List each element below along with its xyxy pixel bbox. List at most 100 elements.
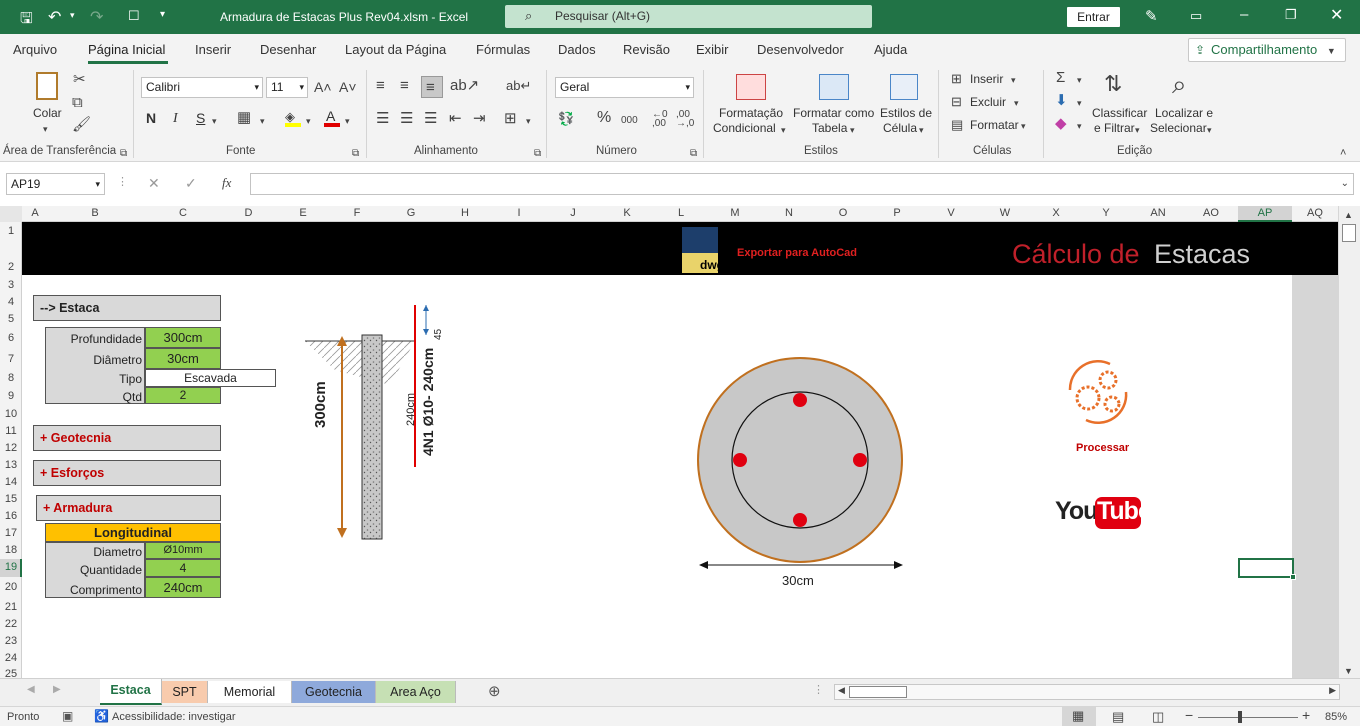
youtube-logo[interactable]: You Tube xyxy=(1055,497,1152,529)
column-header[interactable]: E xyxy=(276,207,330,219)
delete-button[interactable]: Excluir xyxy=(970,95,1006,110)
align-right-icon[interactable]: ☰ xyxy=(424,111,437,127)
column-header[interactable]: W xyxy=(978,207,1032,219)
cancel-icon[interactable]: ✕ xyxy=(148,175,160,192)
chevron-down-icon[interactable]: ▾ xyxy=(781,122,786,138)
fill-handle[interactable] xyxy=(1290,574,1296,580)
format-cells-icon[interactable]: ▤ xyxy=(951,117,963,133)
copy-icon[interactable]: ⧉ xyxy=(72,95,83,111)
signin-button[interactable]: Entrar xyxy=(1067,7,1120,27)
align-center-icon[interactable]: ☰ xyxy=(400,111,413,127)
column-header[interactable]: AN xyxy=(1132,207,1184,219)
sheet-tab-estaca[interactable]: Estaca xyxy=(100,679,162,705)
tab-formulas[interactable]: Fórmulas xyxy=(476,42,530,57)
comment-icon[interactable]: ☐ xyxy=(128,8,140,24)
delete-cells-icon[interactable]: ⊟ xyxy=(951,94,962,110)
enter-icon[interactable]: ✓ xyxy=(185,175,197,192)
row-header-active[interactable]: 19 xyxy=(0,561,22,573)
row-header[interactable]: 21 xyxy=(0,601,22,613)
column-header[interactable]: Y xyxy=(1080,207,1132,219)
format-table-icon[interactable] xyxy=(819,74,849,100)
align-middle-icon[interactable]: ≡ xyxy=(400,78,409,94)
chevron-down-icon[interactable]: ▾ xyxy=(1207,122,1212,138)
column-header[interactable]: A xyxy=(25,207,45,219)
tab-revisao[interactable]: Revisão xyxy=(623,42,670,57)
sheet-tab-geotecnia[interactable]: Geotecnia xyxy=(292,681,376,703)
zoom-in-icon[interactable]: + xyxy=(1302,707,1310,723)
chevron-down-icon[interactable]: ▾ xyxy=(1077,72,1082,88)
format-painter-icon[interactable]: 🖌 xyxy=(72,117,91,133)
column-header[interactable]: L xyxy=(654,207,708,219)
fill-color-icon[interactable]: ◈ xyxy=(285,109,301,127)
find-label-2[interactable]: Selecionar xyxy=(1150,121,1207,136)
selected-cell[interactable] xyxy=(1238,558,1294,578)
column-header[interactable]: M xyxy=(708,207,762,219)
fill-dropdown-icon[interactable]: ▾ xyxy=(306,113,311,129)
chevron-down-icon[interactable]: ▾ xyxy=(919,122,924,138)
sheet-tab-spt[interactable]: SPT xyxy=(162,681,208,703)
vertical-scrollbar[interactable]: ▲ ▼ xyxy=(1338,206,1360,678)
undo-icon[interactable]: ↶ xyxy=(48,7,61,27)
thousands-icon[interactable]: 000 xyxy=(621,113,638,129)
increase-decimal-icon[interactable]: ←0,00 xyxy=(652,110,668,129)
italic-button[interactable]: I xyxy=(173,111,178,126)
conditional-format-label-2[interactable]: Condicional xyxy=(713,121,776,136)
share-button[interactable]: ⇪ Compartilhamento ▼ xyxy=(1188,38,1346,62)
zoom-level[interactable]: 85% xyxy=(1325,711,1347,723)
row-header[interactable]: 13 xyxy=(0,459,22,471)
customize-toolbar-icon[interactable]: ▾ xyxy=(160,9,165,20)
font-name-select[interactable]: Calibri ▾ xyxy=(141,77,263,98)
insert-button[interactable]: Inserir xyxy=(970,72,1003,87)
collapse-ribbon-icon[interactable]: ˄ xyxy=(1340,145,1346,161)
comprimento-input[interactable]: 240cm xyxy=(145,577,221,598)
column-header[interactable]: G xyxy=(384,207,438,219)
tab-desenvolvedor[interactable]: Desenvolvedor xyxy=(757,42,844,57)
row-header[interactable]: 2 xyxy=(0,261,22,273)
row-header[interactable]: 14 xyxy=(0,476,22,488)
font-color-icon[interactable]: A xyxy=(324,108,340,127)
cell-styles-label-2[interactable]: Célula xyxy=(883,121,917,136)
column-header[interactable]: P xyxy=(870,207,924,219)
fill-icon[interactable]: ⬇ xyxy=(1055,93,1068,109)
esforcos-section-header[interactable]: + Esforços xyxy=(33,460,221,486)
find-label-1[interactable]: Localizar e xyxy=(1155,106,1213,121)
row-header[interactable]: 20 xyxy=(0,581,22,593)
process-button[interactable]: Processar xyxy=(1076,442,1129,454)
chevron-down-icon[interactable]: ▾ xyxy=(1077,95,1082,111)
column-header[interactable]: I xyxy=(492,207,546,219)
decrease-font-icon[interactable]: A˅ xyxy=(339,79,357,95)
row-header[interactable]: 23 xyxy=(0,635,22,647)
column-header[interactable]: D xyxy=(221,207,276,219)
sort-label-2[interactable]: e Filtrar xyxy=(1094,121,1135,136)
column-header[interactable]: N xyxy=(762,207,816,219)
macro-record-icon[interactable]: ▣ xyxy=(62,709,73,723)
restore-icon[interactable]: ❐ xyxy=(1285,7,1297,23)
tipo-select[interactable]: Escavada xyxy=(145,369,276,387)
alignment-launcher-icon[interactable]: ⧉ xyxy=(534,146,541,162)
quantidade-input[interactable]: 4 xyxy=(145,559,221,577)
formula-input[interactable]: ⌄ xyxy=(250,173,1354,195)
column-header[interactable]: C xyxy=(145,207,221,219)
row-header[interactable]: 22 xyxy=(0,618,22,630)
save-icon[interactable]: 🖫 xyxy=(20,8,33,33)
borders-icon[interactable]: ▦ xyxy=(237,110,251,126)
undo-dropdown-icon[interactable]: ▾ xyxy=(70,10,75,21)
clear-icon[interactable]: ◆ xyxy=(1055,116,1067,132)
increase-indent-icon[interactable]: ⇥ xyxy=(473,111,486,127)
row-header[interactable]: 6 xyxy=(0,332,22,344)
chevron-down-icon[interactable]: ▾ xyxy=(1077,118,1082,134)
paste-dropdown-icon[interactable]: ▾ xyxy=(43,121,48,137)
format-table-label-2[interactable]: Tabela xyxy=(812,121,847,136)
row-header[interactable]: 1 xyxy=(0,225,22,237)
zoom-slider-thumb[interactable] xyxy=(1238,711,1242,723)
tab-arquivo[interactable]: Arquivo xyxy=(13,42,57,57)
row-header[interactable]: 8 xyxy=(0,372,22,384)
column-header[interactable]: V xyxy=(924,207,978,219)
row-header[interactable]: 9 xyxy=(0,390,22,402)
currency-icon[interactable]: 💱 xyxy=(558,111,574,127)
chevron-down-icon[interactable]: ▾ xyxy=(1011,72,1016,88)
select-all-corner[interactable] xyxy=(0,206,22,222)
underline-button[interactable]: S xyxy=(196,111,205,126)
row-header[interactable]: 4 xyxy=(0,296,22,308)
diametro-input[interactable]: 30cm xyxy=(145,348,221,369)
